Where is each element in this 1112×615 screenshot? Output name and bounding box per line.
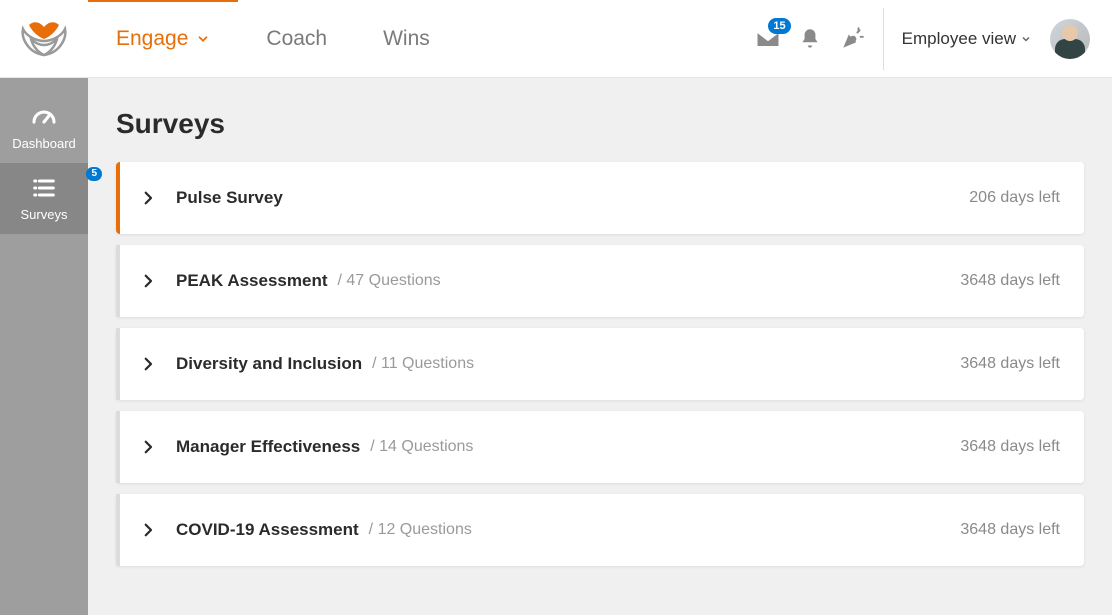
main-content: Surveys Pulse Survey 206 days left PEAK As… (88, 78, 1112, 615)
sidebar-item-surveys[interactable]: 5 Surveys (0, 163, 88, 234)
nav-wins-label: Wins (383, 27, 430, 51)
nav-engage-label: Engage (116, 27, 188, 51)
survey-days-left: 3648 days left (960, 438, 1060, 456)
sidebar-dashboard-label: Dashboard (0, 136, 88, 151)
survey-days-left: 3648 days left (960, 355, 1060, 373)
survey-card[interactable]: COVID-19 Assessment / 12 Questions 3648 da… (116, 494, 1084, 566)
megaphone-icon (839, 26, 865, 52)
chevron-right-icon (120, 355, 176, 373)
survey-question-count: / 11 Questions (372, 355, 474, 373)
primary-nav: Engage Coach Wins (88, 0, 458, 77)
survey-card[interactable]: Pulse Survey 206 days left (116, 162, 1084, 234)
chevron-right-icon (120, 189, 176, 207)
chevron-down-icon (1020, 33, 1032, 45)
notifications-button[interactable] (789, 18, 831, 60)
layout: Dashboard 5 Surveys Surveys Pulse Survey… (0, 78, 1112, 615)
header-right: 15 Employee view (747, 0, 1112, 77)
survey-name: Diversity and Inclusion (176, 354, 362, 374)
list-icon: 5 (0, 173, 88, 203)
gauge-icon (0, 102, 88, 132)
survey-days-left: 3648 days left (960, 521, 1060, 539)
nav-coach-label: Coach (266, 27, 327, 51)
header-divider (883, 8, 884, 70)
avatar-head (1062, 25, 1078, 41)
survey-list: Pulse Survey 206 days left PEAK Assessment… (116, 162, 1084, 566)
surveys-badge: 5 (86, 167, 102, 181)
chevron-right-icon (120, 521, 176, 539)
survey-name: COVID-19 Assessment (176, 520, 359, 540)
mail-button[interactable]: 15 (747, 18, 789, 60)
sidebar-item-dashboard[interactable]: Dashboard (0, 92, 88, 163)
survey-name: Pulse Survey (176, 188, 283, 208)
survey-card[interactable]: Manager Effectiveness / 14 Questions 3648 … (116, 411, 1084, 483)
nav-engage[interactable]: Engage (88, 0, 238, 75)
survey-card[interactable]: PEAK Assessment / 47 Questions 3648 days l… (116, 245, 1084, 317)
survey-question-count: / 14 Questions (370, 438, 473, 456)
sidebar-surveys-label: Surveys (0, 207, 88, 222)
chevron-down-icon (196, 32, 210, 46)
celebrate-button[interactable] (831, 18, 873, 60)
chevron-right-icon (120, 438, 176, 456)
survey-card[interactable]: Diversity and Inclusion / 11 Questions 364… (116, 328, 1084, 400)
sidebar: Dashboard 5 Surveys (0, 78, 88, 615)
lotus-icon (19, 19, 69, 59)
survey-days-left: 3648 days left (960, 272, 1060, 290)
nav-wins[interactable]: Wins (355, 0, 458, 77)
survey-question-count: / 47 Questions (338, 272, 441, 290)
chevron-right-icon (120, 272, 176, 290)
page-title: Surveys (116, 108, 1084, 140)
mail-badge: 15 (768, 18, 790, 34)
nav-coach[interactable]: Coach (238, 0, 355, 77)
view-selector[interactable]: Employee view (902, 29, 1032, 49)
survey-question-count: / 12 Questions (369, 521, 472, 539)
app-logo[interactable] (0, 0, 88, 78)
view-selector-label: Employee view (902, 29, 1016, 49)
avatar[interactable] (1050, 19, 1090, 59)
survey-days-left: 206 days left (969, 189, 1060, 207)
survey-name: PEAK Assessment (176, 271, 328, 291)
bell-icon (797, 26, 823, 52)
avatar-body (1055, 39, 1085, 59)
survey-name: Manager Effectiveness (176, 437, 360, 457)
top-header: Engage Coach Wins 15 Employee view (0, 0, 1112, 78)
